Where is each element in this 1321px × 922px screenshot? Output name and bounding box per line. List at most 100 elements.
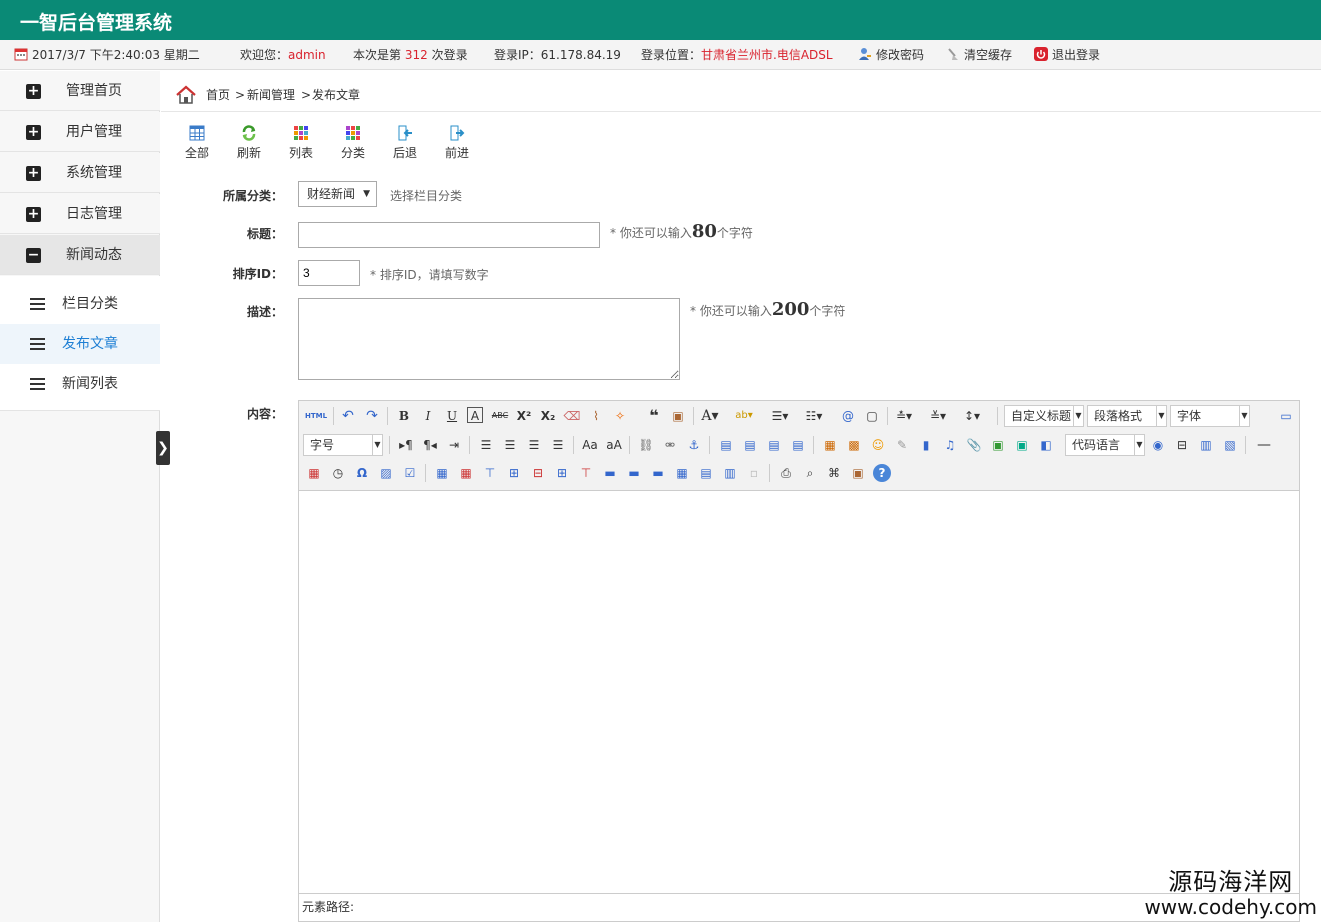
- anchor-icon[interactable]: ⚓: [685, 436, 703, 454]
- font-family-select[interactable]: 字体 ▼: [1170, 405, 1250, 427]
- insert-video-icon[interactable]: ▮: [917, 436, 935, 454]
- emotion-icon[interactable]: ☺: [869, 436, 887, 454]
- line-height-icon[interactable]: ↕▾: [963, 407, 981, 425]
- sidebar-item-home[interactable]: + 管理首页: [0, 71, 160, 111]
- merge-cells-icon[interactable]: ▬: [601, 464, 619, 482]
- image-center-icon[interactable]: ▤: [789, 436, 807, 454]
- delete-column-icon[interactable]: ⊤: [577, 464, 595, 482]
- code-language-select[interactable]: 代码语言 ▼: [1065, 434, 1145, 456]
- time-icon[interactable]: ◷: [329, 464, 347, 482]
- sidebar-item-news[interactable]: − 新闻动态: [0, 235, 160, 275]
- print-icon[interactable]: ⎙: [777, 464, 795, 482]
- paragraph-format-select[interactable]: 段落格式 ▼: [1087, 405, 1167, 427]
- delete-table-icon[interactable]: ▦: [457, 464, 475, 482]
- breadcrumb-home[interactable]: 首页: [206, 83, 230, 107]
- align-justify-icon[interactable]: ☰: [549, 436, 567, 454]
- split-to-cells-icon[interactable]: ▦: [673, 464, 691, 482]
- format-brush-icon[interactable]: ⌇: [587, 407, 605, 425]
- editor-content-area[interactable]: [299, 492, 1299, 893]
- auto-format-icon[interactable]: ✧: [611, 407, 629, 425]
- ltr-icon[interactable]: ▸¶: [397, 436, 415, 454]
- toolbar-all-button[interactable]: 全部: [179, 125, 215, 161]
- insert-image-icon[interactable]: ▩: [845, 436, 863, 454]
- align-left-icon[interactable]: ☰: [477, 436, 495, 454]
- map-icon[interactable]: ▣: [989, 436, 1007, 454]
- ordered-list-icon[interactable]: ☰▾: [771, 407, 789, 425]
- font-color-icon[interactable]: A▾: [701, 407, 719, 425]
- scrawl-icon[interactable]: ✎: [893, 436, 911, 454]
- special-char-icon[interactable]: Ω: [353, 464, 371, 482]
- image-none-icon[interactable]: ▤: [717, 436, 735, 454]
- insert-frame-icon[interactable]: ◧: [1037, 436, 1055, 454]
- description-textarea[interactable]: [298, 298, 680, 380]
- paste-plain-icon[interactable]: ▣: [669, 407, 687, 425]
- align-right-icon[interactable]: ☰: [525, 436, 543, 454]
- drafts-icon[interactable]: ▣: [849, 464, 867, 482]
- help-icon[interactable]: ?: [873, 464, 891, 482]
- undo-icon[interactable]: ↶: [339, 407, 357, 425]
- strikethrough-icon[interactable]: ABC: [491, 407, 509, 425]
- toolbar-back-button[interactable]: 后退: [387, 125, 423, 161]
- horizontal-rule-icon[interactable]: —: [1255, 436, 1273, 454]
- superscript-icon[interactable]: X²: [515, 407, 533, 425]
- clear-cache-link[interactable]: 清空缓存: [946, 40, 1012, 70]
- redo-icon[interactable]: ↷: [363, 407, 381, 425]
- lowercase-icon[interactable]: aA: [605, 436, 623, 454]
- delete-row-icon[interactable]: ⊟: [529, 464, 547, 482]
- underline-icon[interactable]: U: [443, 407, 461, 425]
- sidebar-subitem-publish[interactable]: 发布文章: [0, 324, 160, 364]
- merge-right-icon[interactable]: ▬: [625, 464, 643, 482]
- indent-icon[interactable]: ⇥: [445, 436, 463, 454]
- toolbar-category-button[interactable]: 分类: [335, 125, 371, 161]
- category-select[interactable]: 财经新闻 ▼: [298, 181, 377, 207]
- template-icon[interactable]: ▥: [1197, 436, 1215, 454]
- subscript-icon[interactable]: X₂: [539, 407, 557, 425]
- rtl-icon[interactable]: ¶◂: [421, 436, 439, 454]
- insert-column-icon[interactable]: ⊞: [553, 464, 571, 482]
- font-border-icon[interactable]: A: [467, 407, 483, 423]
- row-spacing-bottom-icon[interactable]: ≚▾: [929, 407, 947, 425]
- unlink-icon[interactable]: ⚮: [661, 436, 679, 454]
- bold-icon[interactable]: B: [395, 407, 413, 425]
- eraser-icon[interactable]: ⌫: [563, 407, 581, 425]
- font-size-select[interactable]: 字号 ▼: [303, 434, 383, 456]
- web-app-icon[interactable]: ◉: [1149, 436, 1167, 454]
- image-left-icon[interactable]: ▤: [741, 436, 759, 454]
- image-right-icon[interactable]: ▤: [765, 436, 783, 454]
- toolbar-forward-button[interactable]: 前进: [439, 125, 475, 161]
- date-icon[interactable]: ▦: [305, 464, 323, 482]
- uppercase-icon[interactable]: Aa: [581, 436, 599, 454]
- insert-row-icon[interactable]: ⊞: [505, 464, 523, 482]
- align-center-icon[interactable]: ☰: [501, 436, 519, 454]
- home-icon[interactable]: [175, 85, 197, 105]
- sidebar-subitem-categories[interactable]: 栏目分类: [0, 284, 160, 324]
- sidebar-item-users[interactable]: + 用户管理: [0, 112, 160, 152]
- toolbar-refresh-button[interactable]: 刷新: [231, 125, 267, 161]
- split-to-rows-icon[interactable]: ▤: [697, 464, 715, 482]
- italic-icon[interactable]: I: [419, 407, 437, 425]
- insert-paragraph-before-table-icon[interactable]: ⊤: [481, 464, 499, 482]
- sidebar-item-logs[interactable]: + 日志管理: [0, 194, 160, 234]
- html-source-button[interactable]: HTML: [305, 407, 327, 425]
- toolbar-list-button[interactable]: 列表: [283, 125, 319, 161]
- change-password-link[interactable]: 修改密码: [858, 40, 924, 70]
- preview-icon[interactable]: ⌕: [801, 464, 819, 482]
- breadcrumb-section[interactable]: 新闻管理: [247, 83, 295, 107]
- merge-down-icon[interactable]: ▬: [649, 464, 667, 482]
- background-icon[interactable]: ▧: [1221, 436, 1239, 454]
- word-image-icon[interactable]: ☑: [401, 464, 419, 482]
- sidebar-subitem-news-list[interactable]: 新闻列表: [0, 364, 160, 404]
- link-icon[interactable]: ⛓: [637, 436, 655, 454]
- logout-link[interactable]: 退出登录: [1034, 40, 1100, 70]
- page-break-icon[interactable]: ⊟: [1173, 436, 1191, 454]
- sidebar-item-system[interactable]: + 系统管理: [0, 153, 160, 193]
- insert-table-icon[interactable]: ▦: [433, 464, 451, 482]
- search-replace-icon[interactable]: ▨: [377, 464, 395, 482]
- custom-heading-select[interactable]: 自定义标题 ▼: [1004, 405, 1084, 427]
- blockquote-icon[interactable]: ❝: [645, 407, 663, 425]
- split-to-cols-icon[interactable]: ▥: [721, 464, 739, 482]
- highlight-color-icon[interactable]: ab▾: [735, 407, 753, 425]
- simple-upload-icon[interactable]: ▦: [821, 436, 839, 454]
- search-icon[interactable]: ⌘: [825, 464, 843, 482]
- google-map-icon[interactable]: ▣: [1013, 436, 1031, 454]
